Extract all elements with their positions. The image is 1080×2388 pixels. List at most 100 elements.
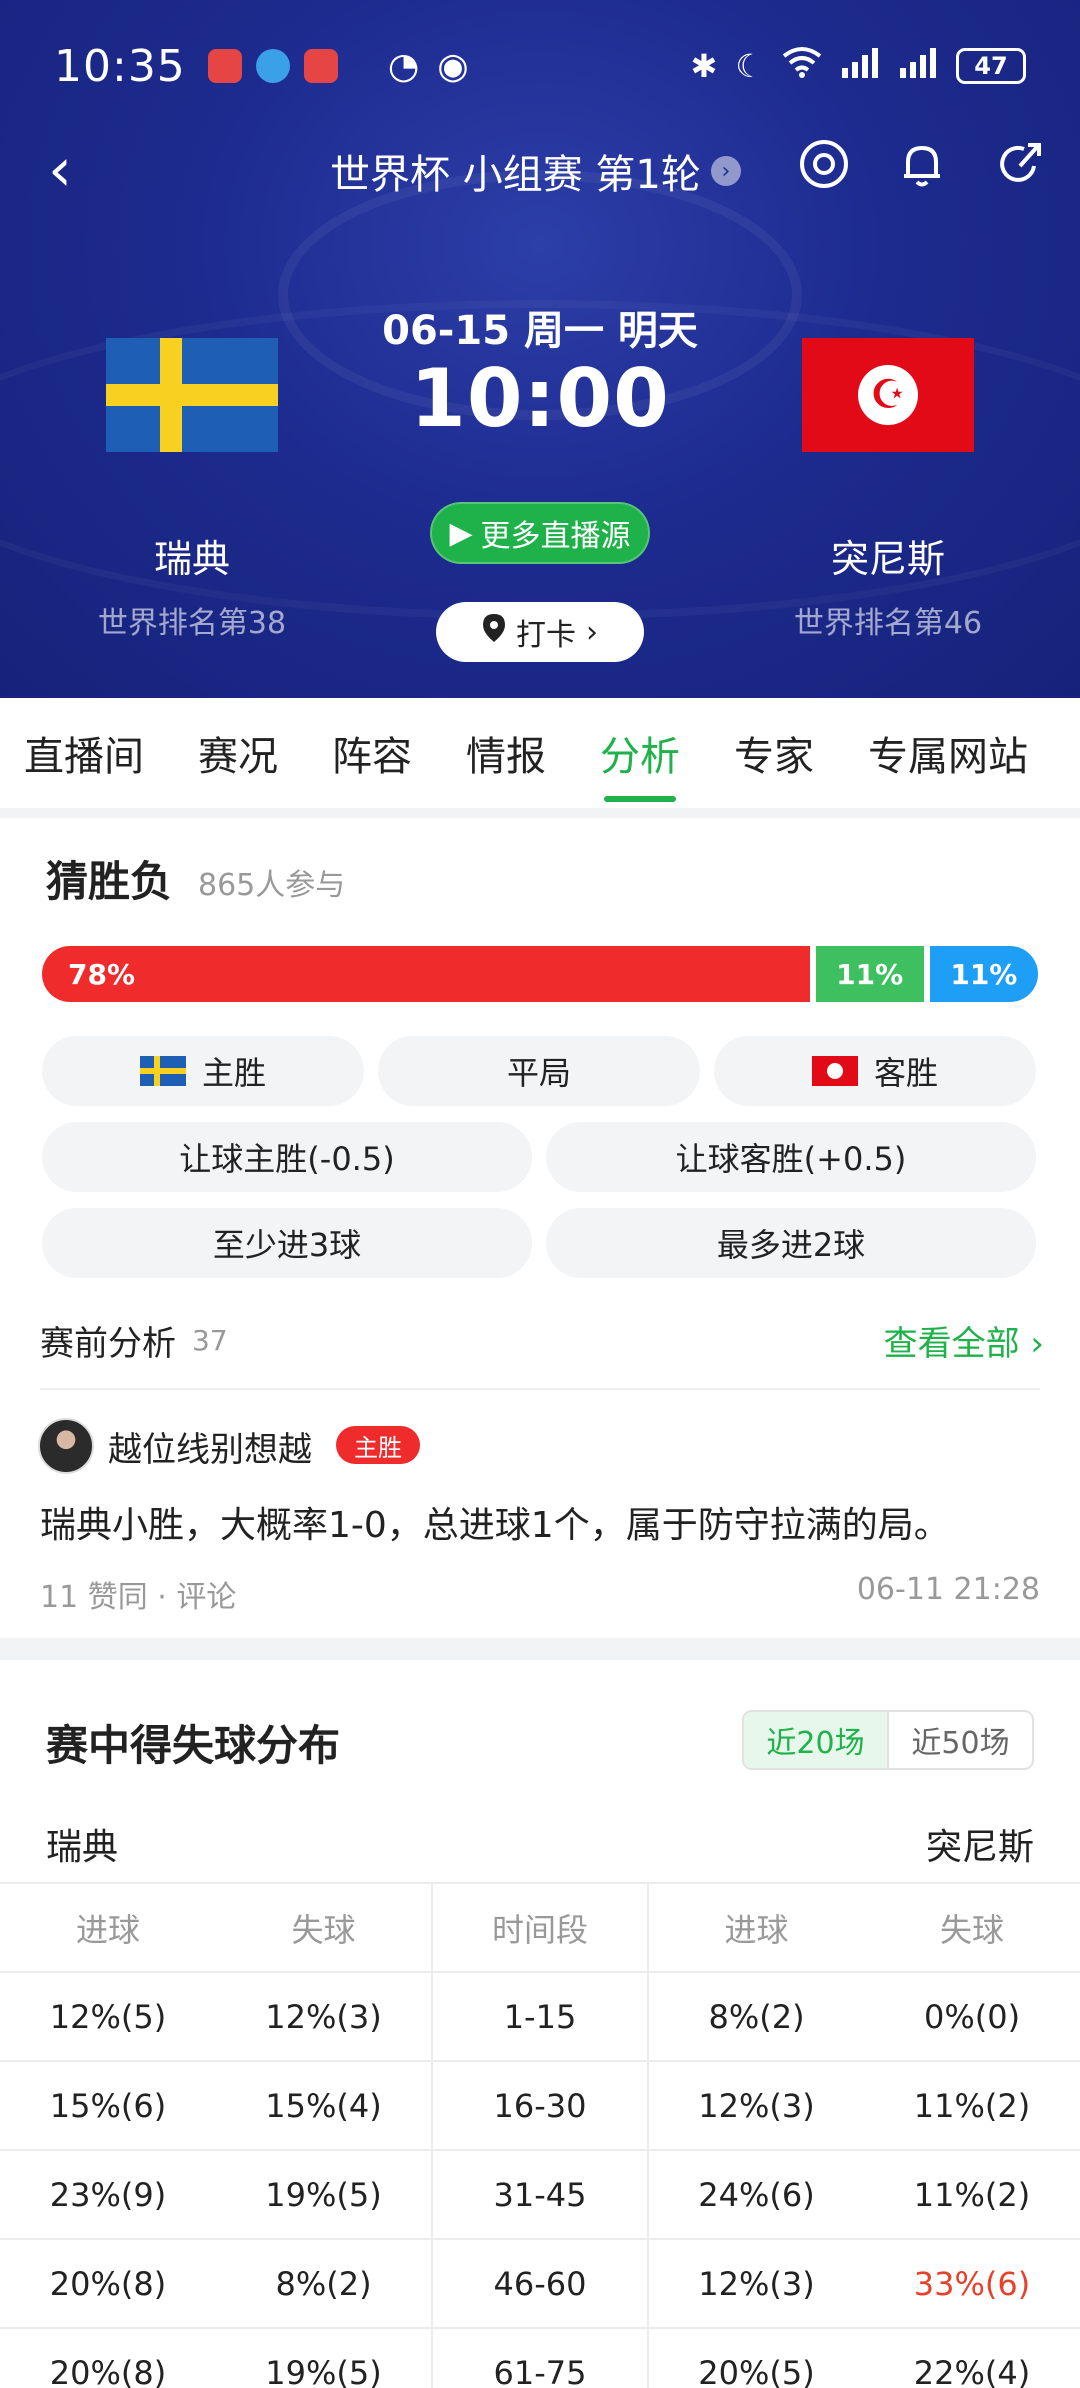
chevron-right-icon: › — [710, 156, 741, 186]
location-pin-icon — [482, 613, 506, 651]
post-meta[interactable]: 11 赞同 · 评论 — [40, 1572, 236, 1616]
status-indicators: ◔ ◉ — [388, 46, 469, 87]
column-header: 失球 — [216, 1882, 432, 1972]
table-cell: 12%(5) — [0, 1971, 216, 2061]
under-goals-label: 最多进2球 — [716, 1226, 866, 1264]
away-win-button[interactable]: 客胜 — [714, 1036, 1036, 1106]
match-time: 10:00 — [410, 352, 670, 445]
post-author[interactable]: 越位线别想越 — [108, 1422, 312, 1471]
bell-icon[interactable] — [894, 136, 950, 192]
huawei-app-icon — [303, 49, 338, 83]
tab-1[interactable]: 赛况 — [198, 698, 278, 808]
huawei-app-icon — [207, 49, 242, 83]
column-header: 进球 — [648, 1882, 864, 1972]
away-win-label: 客胜 — [873, 1054, 938, 1092]
table-cell: 15%(6) — [0, 2060, 216, 2150]
table-row: 12%(5) 12%(3) 1-15 8%(2) 0%(0) — [0, 1971, 1080, 2061]
last-50-toggle[interactable]: 近50场 — [889, 1712, 1032, 1768]
handicap-home-button[interactable]: 让球主胜(-0.5) — [42, 1122, 532, 1192]
table-header-row: 进球 失球 时间段 进球 失球 — [0, 1882, 1080, 1972]
tab-0[interactable]: 直播间 — [24, 698, 144, 808]
table-cell: 11%(2) — [864, 2060, 1080, 2150]
post-time: 06-11 21:28 — [856, 1572, 1040, 1607]
post-text[interactable]: 瑞典小胜，大概率1-0，总进球1个，属于防守拉满的局。 — [40, 1496, 950, 1548]
table-cell: 19%(5) — [216, 2149, 432, 2239]
table-cell: 19%(5) — [216, 2327, 432, 2388]
table-cell: 20%(8) — [0, 2327, 216, 2388]
eye-comfort-icon: ◉ — [437, 45, 469, 87]
more-live-sources-label: 更多直播源 — [480, 519, 631, 554]
table-cell: 22%(4) — [864, 2327, 1080, 2388]
handicap-away-button[interactable]: 让球客胜(+0.5) — [546, 1122, 1036, 1192]
battery-icon: 47 — [956, 48, 1026, 84]
table-cell: 20%(5) — [648, 2327, 864, 2388]
over-goals-button[interactable]: 至少进3球 — [42, 1208, 532, 1278]
tab-2[interactable]: 阵容 — [332, 698, 412, 808]
home-team-name[interactable]: 瑞典 — [42, 528, 342, 583]
table-cell: 20%(8) — [0, 2238, 216, 2328]
home-win-label: 主胜 — [201, 1054, 266, 1092]
target-icon[interactable] — [796, 136, 852, 192]
goal-distribution-table: 进球 失球 时间段 进球 失球 12%(5) 12%(3) 1-15 8%(2) 0%(0) 15… — [0, 1882, 1080, 2388]
table-cell: 1-15 — [431, 1971, 649, 2061]
home-win-ratio: 78% — [42, 946, 810, 1002]
tab-6[interactable]: 专属网站 — [868, 698, 1028, 808]
table-cell: 33%(6) — [864, 2238, 1080, 2328]
moon-icon: ☾ — [735, 47, 764, 85]
home-win-ratio-label: 78% — [68, 957, 136, 991]
away-team-label: 突尼斯 — [925, 1827, 1034, 1868]
distribution-title: 赛中得失球分布 — [46, 1721, 341, 1770]
back-arrow-icon[interactable]: ‹ — [48, 140, 72, 200]
divider — [40, 1388, 1040, 1390]
see-all-link[interactable]: 查看全部 › — [884, 1316, 1044, 1365]
away-win-ratio: 11% — [929, 946, 1038, 1002]
prediction-title: 猜胜负 — [46, 857, 173, 906]
table-cell: 12%(3) — [216, 1971, 432, 2061]
table-cell: 24%(6) — [648, 2149, 864, 2239]
sweden-flag-icon — [139, 1056, 186, 1086]
handicap-home-label: 让球主胜(-0.5) — [179, 1140, 395, 1178]
nav-bar: ‹ 世界杯 小组赛 第1轮 › — [0, 132, 1080, 212]
table-row: 20%(8) 19%(5) 61-75 20%(5) 22%(4) — [0, 2327, 1080, 2388]
table-cell: 8%(2) — [648, 1971, 864, 2061]
table-cell: 23%(9) — [0, 2149, 216, 2239]
match-header: 10:35 ◔ ◉ ✱ ☾ 47 ‹ 世界杯 小组赛 第1轮 › ☪ 06-15… — [0, 0, 1080, 698]
see-all-label: 查看全部 — [883, 1324, 1020, 1364]
draw-ratio: 11% — [815, 946, 924, 1002]
match-date: 06-15 周一 明天 — [382, 308, 698, 354]
nav-actions — [796, 136, 1048, 192]
match-range-toggle: 近20场 近50场 — [742, 1710, 1034, 1770]
table-row: 23%(9) 19%(5) 31-45 24%(6) 11%(2) — [0, 2149, 1080, 2239]
competition-title[interactable]: 世界杯 小组赛 第1轮 › — [330, 142, 741, 200]
draw-ratio-label: 11% — [836, 957, 904, 991]
last-20-toggle[interactable]: 近20场 — [744, 1712, 889, 1768]
tunisia-flag-icon — [811, 1056, 858, 1086]
tab-4[interactable]: 分析 — [600, 698, 680, 808]
table-cell: 61-75 — [431, 2327, 649, 2388]
table-cell: 31-45 — [431, 2149, 649, 2239]
home-win-button[interactable]: 主胜 — [42, 1036, 364, 1106]
under-goals-button[interactable]: 最多进2球 — [546, 1208, 1036, 1278]
column-header: 进球 — [0, 1882, 216, 1972]
bluetooth-icon: ✱ — [690, 47, 718, 85]
checkin-label: 打卡 — [516, 618, 576, 653]
over-goals-label: 至少进3球 — [212, 1226, 362, 1264]
tab-3[interactable]: 情报 — [466, 698, 546, 808]
share-icon[interactable] — [992, 136, 1048, 192]
signal-4g-icon — [898, 46, 938, 86]
draw-button[interactable]: 平局 — [378, 1036, 700, 1106]
table-cell: 11%(2) — [864, 2149, 1080, 2239]
tab-5[interactable]: 专家 — [734, 698, 814, 808]
table-cell: 0%(0) — [864, 1971, 1080, 2061]
table-row: 15%(6) 15%(4) 16-30 12%(3) 11%(2) — [0, 2060, 1080, 2150]
avatar[interactable] — [38, 1418, 94, 1474]
table-cell: 12%(3) — [648, 2060, 864, 2150]
table-cell: 8%(2) — [216, 2238, 432, 2328]
away-team-name[interactable]: 突尼斯 — [738, 528, 1038, 583]
notification-icons — [207, 49, 338, 83]
checkin-button[interactable]: 打卡 › — [436, 602, 644, 662]
pre-analysis-count: 37 — [192, 1324, 228, 1357]
more-live-sources-button[interactable]: ▶ 更多直播源 — [430, 502, 650, 564]
column-header: 失球 — [864, 1882, 1080, 1972]
clock: 10:35 — [54, 40, 186, 92]
